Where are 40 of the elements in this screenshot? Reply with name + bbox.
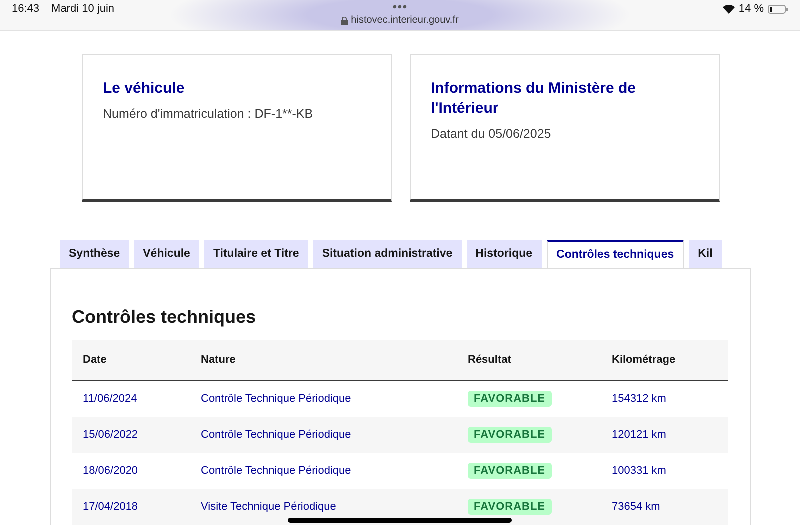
nature-link[interactable]: Contrôle Technique Périodique — [201, 465, 468, 477]
date-link[interactable]: 17/04/2018 — [83, 501, 201, 513]
url[interactable]: histovec.interieur.gouv.fr — [351, 15, 459, 26]
battery-icon — [768, 4, 788, 14]
nature-link[interactable]: Contrôle Technique Périodique — [201, 393, 468, 405]
card-title: Informations du Ministère de l'Intérieur — [431, 79, 638, 119]
card-title: Le véhicule — [103, 79, 186, 99]
nature-link[interactable]: Visite Technique Périodique — [201, 501, 468, 513]
mileage-link[interactable]: 120121 km — [612, 429, 728, 441]
wifi-icon — [722, 4, 735, 14]
section-title: Contrôles techniques — [72, 307, 258, 328]
column-header: Kilométrage — [612, 354, 677, 366]
tab[interactable]: Titulaire et Titre — [204, 240, 308, 268]
column-header: Nature — [201, 354, 237, 366]
column-header: Date — [83, 354, 108, 366]
tab[interactable]: Contrôles techniques — [546, 240, 684, 268]
mileage-link[interactable]: 154312 km — [612, 393, 728, 405]
card-text: Numéro d'immatriculation : DF-1**-KB — [103, 107, 314, 121]
card-text: Datant du 05/06/2025 — [431, 127, 552, 141]
battery-percentage: 14 % — [738, 3, 764, 15]
result-badge: FAVORABLE — [468, 463, 552, 479]
date-link[interactable]: 18/06/2020 — [83, 465, 201, 477]
tab[interactable]: Véhicule — [134, 240, 200, 268]
tab[interactable]: Kil — [689, 240, 722, 268]
tab[interactable]: Historique — [466, 240, 542, 268]
date-link[interactable]: 11/06/2024 — [83, 393, 201, 405]
mileage-link[interactable]: 100331 km — [612, 465, 728, 477]
result-badge: FAVORABLE — [468, 499, 552, 515]
result-badge: FAVORABLE — [468, 427, 552, 443]
column-header: Résultat — [468, 354, 512, 366]
result-badge: FAVORABLE — [468, 391, 552, 407]
lock-icon — [341, 16, 348, 24]
tab[interactable]: Synthèse — [60, 240, 130, 268]
tab[interactable]: Situation administrative — [313, 240, 462, 268]
date-link[interactable]: 15/06/2022 — [83, 429, 201, 441]
more-icon[interactable] — [393, 5, 407, 9]
nature-link[interactable]: Contrôle Technique Périodique — [201, 429, 468, 441]
time: 16:43 — [12, 3, 40, 15]
date: Mardi 10 juin — [52, 3, 115, 15]
mileage-link[interactable]: 73654 km — [612, 501, 728, 513]
